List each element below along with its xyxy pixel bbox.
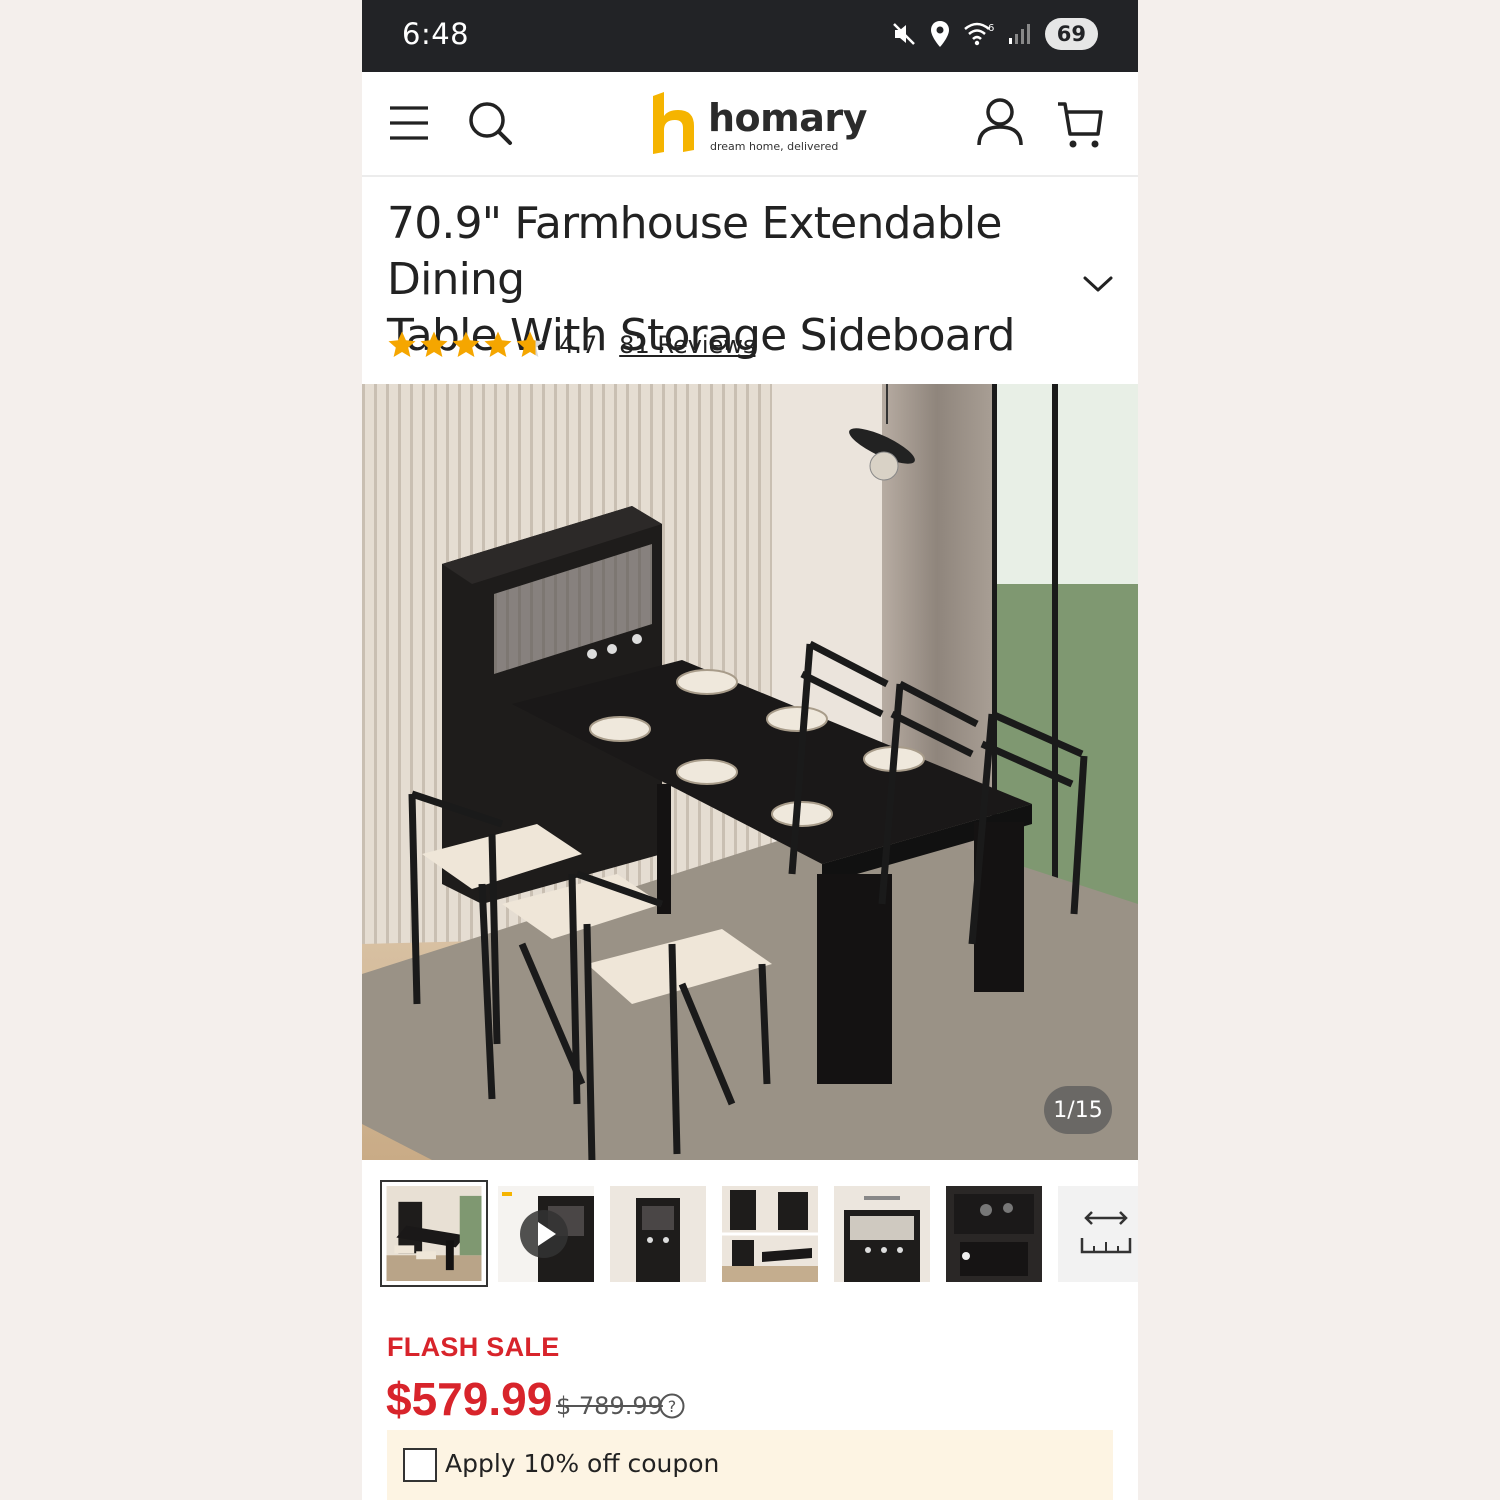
- star-icon: [420, 331, 448, 357]
- thumbnail-6[interactable]: [946, 1186, 1042, 1282]
- chevron-down-icon[interactable]: [1082, 272, 1114, 296]
- thumbnail-2-video[interactable]: [498, 1186, 594, 1282]
- thumbnail-5[interactable]: [834, 1186, 930, 1282]
- flash-sale-label: FLASH SALE: [387, 1332, 560, 1362]
- star-icon: [516, 331, 544, 357]
- image-counter: 1/15: [1044, 1086, 1112, 1134]
- wifi-6-icon: 6: [963, 22, 994, 46]
- product-main-image[interactable]: 1/15: [362, 384, 1138, 1160]
- thumbnail-7-dimensions[interactable]: [1058, 1186, 1138, 1282]
- signal-icon: [1008, 24, 1030, 44]
- battery-icon: 69: [1044, 18, 1098, 50]
- thumb-detail-image: [946, 1186, 1042, 1282]
- thumbnail-strip: [380, 1180, 1138, 1287]
- homary-logo[interactable]: homary dream home, delivered: [650, 90, 867, 156]
- thumb-video-image: [498, 1186, 594, 1282]
- sale-price: $579.99: [386, 1373, 553, 1425]
- ruler-icon: [1058, 1186, 1138, 1282]
- star-icon: [388, 331, 416, 357]
- svg-text:6: 6: [988, 23, 994, 34]
- menu-icon[interactable]: [388, 102, 430, 144]
- rating-row: 4.7 81 Reviews: [387, 328, 755, 362]
- rating-stars: [387, 330, 545, 360]
- location-icon: [930, 21, 949, 47]
- star-icon: [484, 331, 512, 357]
- brand-tagline: dream home, delivered: [710, 140, 839, 153]
- rating-value: 4.7: [559, 331, 598, 359]
- status-time: 6:48: [402, 17, 470, 51]
- svg-text:?: ?: [668, 1397, 677, 1416]
- thumb-sideboard-image: [610, 1186, 706, 1282]
- thumb-storage-image: [834, 1186, 930, 1282]
- thumbnail-4[interactable]: [722, 1186, 818, 1282]
- reviews-link[interactable]: 81 Reviews: [619, 331, 755, 359]
- thumbnail-1[interactable]: [380, 1180, 488, 1287]
- mute-icon: [892, 23, 915, 45]
- brand-name: homary: [708, 96, 867, 140]
- logo-mark-icon: [653, 92, 694, 154]
- account-icon[interactable]: [976, 97, 1024, 147]
- dining-room-photo: [362, 384, 1138, 1160]
- help-icon[interactable]: ?: [658, 1392, 686, 1420]
- original-price: $ 789.99: [556, 1392, 663, 1420]
- coupon-label: Apply 10% off coupon: [445, 1449, 720, 1478]
- coupon-checkbox[interactable]: [403, 1448, 437, 1482]
- status-bar: 6:48 6 69: [362, 0, 1138, 72]
- star-icon: [452, 331, 480, 357]
- coupon-row[interactable]: Apply 10% off coupon: [387, 1430, 1113, 1500]
- phone-screen: 6:48 6 69 homary dream home, delivered 7…: [362, 0, 1138, 1500]
- thumb-dining-image: [386, 1186, 482, 1281]
- search-icon[interactable]: [466, 99, 514, 147]
- thumb-comparison-image: [722, 1186, 818, 1282]
- thumbnail-3[interactable]: [610, 1186, 706, 1282]
- status-icons: 6 69: [891, 17, 1098, 51]
- cart-icon[interactable]: [1056, 100, 1104, 150]
- product-title-line1: 70.9" Farmhouse Extendable Dining: [387, 198, 1002, 305]
- site-header: homary dream home, delivered: [362, 72, 1138, 177]
